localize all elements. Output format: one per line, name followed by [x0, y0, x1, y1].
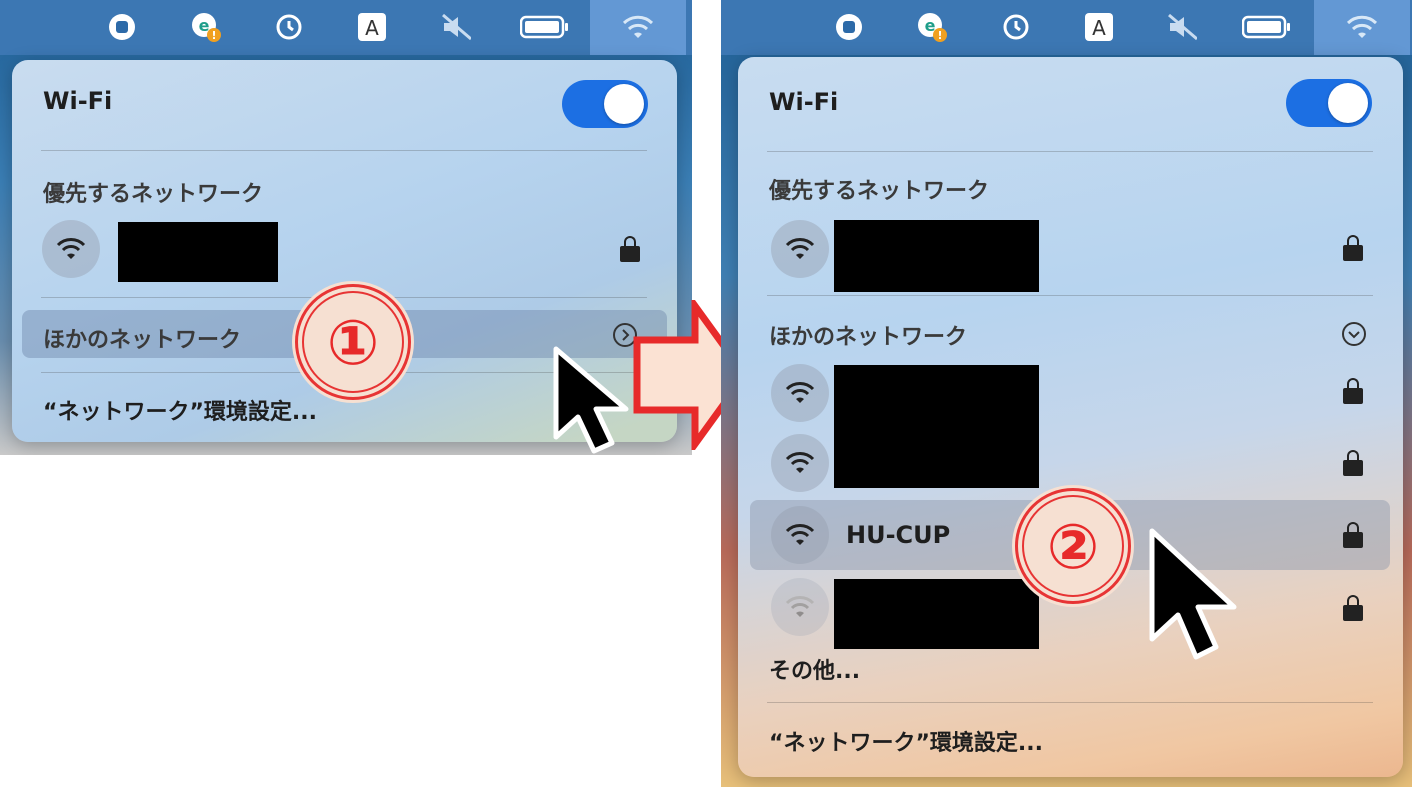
wifi-menu-icon[interactable]: [590, 0, 686, 55]
network-name-hu-cup: HU-CUP: [846, 521, 951, 549]
lock-icon: [1343, 595, 1363, 621]
input-source-icon[interactable]: A: [357, 12, 387, 42]
redacted-network-name: [834, 365, 1039, 488]
redacted-network-name: [834, 220, 1039, 292]
lock-icon: [1343, 450, 1363, 476]
svg-text:A: A: [365, 16, 379, 40]
time-machine-icon[interactable]: [274, 12, 304, 42]
wifi-signal-icon: [771, 434, 829, 492]
wifi-menu-icon[interactable]: [1314, 0, 1410, 55]
menu-bar: e! A: [0, 0, 692, 55]
wifi-signal-icon: [771, 220, 829, 278]
eset-icon[interactable]: e!: [191, 12, 221, 42]
wifi-signal-icon: [771, 364, 829, 422]
wifi-signal-icon: [42, 220, 100, 278]
divider: [767, 151, 1373, 152]
lock-icon: [1343, 522, 1363, 548]
network-preferences-link[interactable]: “ネットワーク”環境設定...: [769, 725, 1043, 757]
wifi-title: Wi-Fi: [43, 87, 113, 115]
preferred-networks-heading: 優先するネットワーク: [769, 179, 990, 204]
time-machine-icon[interactable]: [1001, 12, 1031, 42]
lock-icon: [1343, 378, 1363, 404]
divider: [767, 702, 1373, 703]
step-number: ②: [1022, 495, 1124, 597]
network-preferences-link[interactable]: “ネットワーク”環境設定...: [43, 394, 317, 426]
mute-icon[interactable]: [441, 12, 471, 42]
battery-icon: [520, 12, 570, 42]
wifi-signal-icon: [771, 506, 829, 564]
divider: [767, 295, 1373, 296]
lock-icon: [1343, 235, 1363, 261]
lock-icon: [620, 236, 640, 262]
mouse-cursor: [1149, 528, 1237, 660]
other-networks-label: ほかのネットワーク: [43, 328, 242, 353]
screenshot-step-1: e! A Wi-Fi 優先するネットワーク ほかのネットワーク “ネットワーク”…: [0, 0, 692, 455]
wifi-menu-panel: Wi-Fi 優先するネットワーク ほかのネットワーク HU-CUP その他...…: [738, 57, 1403, 777]
chevron-down-icon[interactable]: [1341, 321, 1367, 347]
stop-icon[interactable]: [107, 12, 137, 42]
redacted-network-name: [834, 579, 1039, 649]
eset-icon[interactable]: e!: [917, 12, 947, 42]
svg-text:!: !: [211, 29, 216, 42]
wifi-toggle[interactable]: [562, 80, 648, 128]
screenshot-step-2: e! A Wi-Fi 優先するネットワーク ほかのネットワーク HU-CUP そ…: [721, 0, 1412, 787]
step-number: ①: [302, 291, 404, 393]
wifi-toggle[interactable]: [1286, 79, 1372, 127]
step-1-badge: ①: [295, 284, 411, 400]
other-networks-heading: ほかのネットワーク: [769, 325, 968, 350]
other-network-link[interactable]: その他...: [769, 653, 860, 685]
stop-icon[interactable]: [834, 12, 864, 42]
menu-bar: e! A: [721, 0, 1412, 55]
svg-text:A: A: [1092, 16, 1106, 40]
divider: [41, 150, 647, 151]
input-source-icon[interactable]: A: [1084, 12, 1114, 42]
redacted-network-name: [118, 222, 278, 282]
mute-icon[interactable]: [1167, 12, 1197, 42]
wifi-weak-signal-icon: [771, 578, 829, 636]
svg-text:!: !: [937, 29, 942, 42]
preferred-networks-heading: 優先するネットワーク: [43, 182, 264, 207]
step-2-badge: ②: [1015, 488, 1131, 604]
battery-icon: [1242, 12, 1292, 42]
wifi-title: Wi-Fi: [769, 88, 839, 116]
